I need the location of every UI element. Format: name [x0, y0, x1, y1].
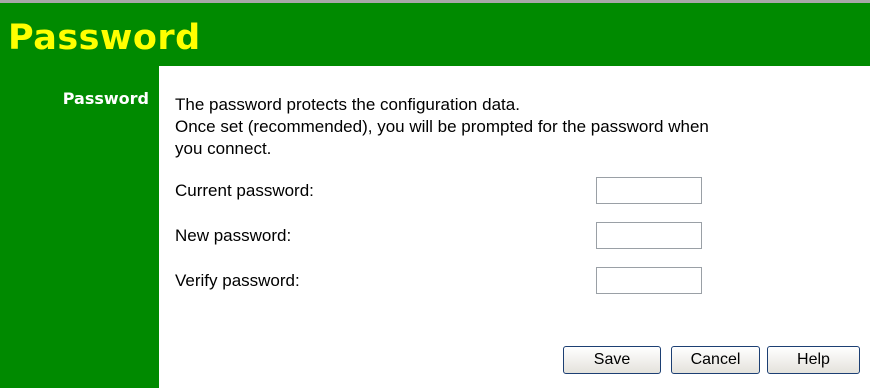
current-password-label: Current password: — [175, 181, 314, 200]
verify-password-row: Verify password: — [175, 267, 715, 297]
description-line: Once set (recommended), you will be prom… — [175, 117, 709, 136]
cancel-button[interactable]: Cancel — [671, 346, 760, 374]
current-password-input[interactable] — [596, 177, 702, 204]
verify-password-label: Verify password: — [175, 271, 300, 290]
header-bar: Password — [0, 3, 870, 66]
save-button[interactable]: Save — [563, 346, 661, 374]
description-line: The password protects the configuration … — [175, 95, 520, 114]
sidebar-section-label: Password — [62, 89, 149, 108]
page-title: Password — [8, 18, 201, 58]
help-button[interactable]: Help — [767, 346, 860, 374]
new-password-row: New password: — [175, 222, 715, 252]
new-password-label: New password: — [175, 226, 292, 245]
verify-password-input[interactable] — [596, 267, 702, 294]
password-page: Password Password The password protects … — [0, 0, 870, 388]
new-password-input[interactable] — [596, 222, 702, 249]
description-text: The password protects the configuration … — [175, 94, 865, 160]
current-password-row: Current password: — [175, 177, 715, 207]
description-line: you connect. — [175, 139, 272, 158]
sidebar: Password — [0, 66, 159, 388]
